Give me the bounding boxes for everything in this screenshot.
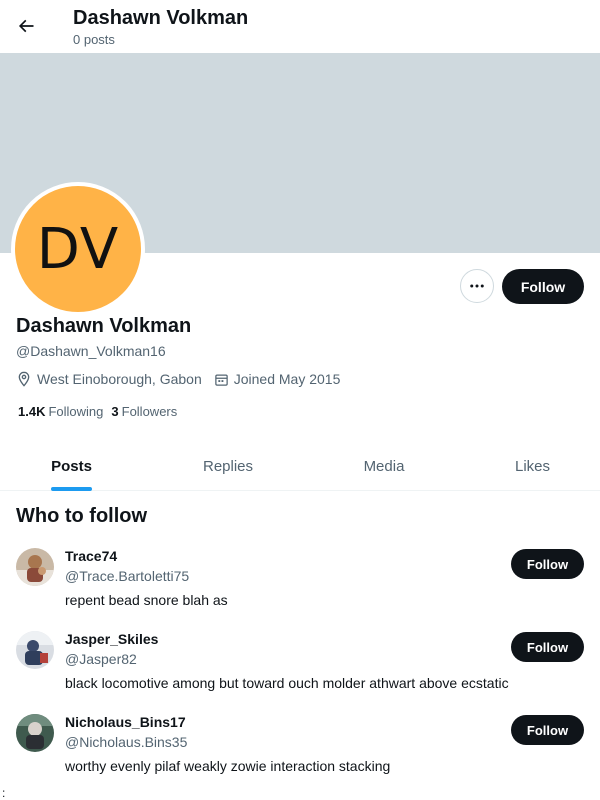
- follow-button[interactable]: Follow: [502, 269, 584, 304]
- arrow-left-icon: [18, 19, 34, 33]
- more-options-button[interactable]: [460, 269, 494, 303]
- profile-joined: Joined May 2015: [214, 371, 341, 387]
- avatar[interactable]: DV: [11, 182, 145, 316]
- tab-posts[interactable]: Posts: [0, 441, 143, 491]
- suggested-user-name[interactable]: Jasper_Skiles: [65, 631, 158, 648]
- suggested-follow-button[interactable]: Follow: [511, 715, 584, 745]
- stray-text: :: [2, 786, 6, 800]
- followers-count: 3: [111, 404, 119, 419]
- suggested-user-bio: repent bead snore blah as: [65, 592, 228, 608]
- suggested-user-name[interactable]: Nicholaus_Bins17: [65, 714, 186, 731]
- suggested-user-handle: @Trace.Bartoletti75: [65, 568, 190, 584]
- suggested-follow-button[interactable]: Follow: [511, 549, 584, 579]
- following-label: Following: [48, 404, 104, 419]
- suggested-user-bio: worthy evenly pilaf weakly zowie interac…: [65, 758, 391, 774]
- profile-handle: @Dashawn_Volkman16: [16, 343, 166, 359]
- profile-tabs: Posts Replies Media Likes: [0, 441, 600, 491]
- tab-replies[interactable]: Replies: [143, 441, 313, 491]
- more-horizontal-icon: [470, 284, 484, 288]
- calendar-icon: [215, 374, 228, 386]
- profile-header: Dashawn Volkman 0 posts: [0, 0, 600, 53]
- back-button[interactable]: [8, 8, 44, 44]
- location-text: West Einoborough, Gabon: [37, 371, 202, 387]
- location-pin-icon: [18, 371, 30, 387]
- suggested-user-name[interactable]: Trace74: [65, 548, 117, 565]
- profile-location: West Einoborough, Gabon: [16, 371, 202, 387]
- header-post-count: 0 posts: [73, 32, 115, 47]
- following-count: 1.4K: [18, 404, 46, 419]
- profile-name: Dashawn Volkman: [16, 315, 192, 337]
- following-stat[interactable]: 1.4K Following: [18, 404, 103, 420]
- tab-media[interactable]: Media: [313, 441, 455, 491]
- suggested-user[interactable]: Jasper_Skiles @Jasper82 black locomotive…: [0, 631, 600, 711]
- suggested-user-bio: black locomotive among but toward ouch m…: [65, 675, 509, 691]
- suggested-follow-button[interactable]: Follow: [511, 632, 584, 662]
- avatar-initials: DV: [36, 216, 120, 282]
- profile-stats: 1.4K Following 3 Followers: [18, 404, 185, 420]
- header-title: Dashawn Volkman: [73, 7, 249, 29]
- joined-text: Joined May 2015: [233, 371, 341, 387]
- suggested-user-avatar[interactable]: [16, 548, 54, 586]
- active-tab-indicator: [51, 487, 92, 491]
- suggested-user[interactable]: Trace74 @Trace.Bartoletti75 repent bead …: [0, 548, 600, 628]
- profile-meta: West Einoborough, Gabon Joined May 2015: [16, 370, 352, 388]
- followers-label: Followers: [121, 404, 178, 419]
- who-to-follow-title: Who to follow: [16, 505, 148, 527]
- suggested-user-avatar[interactable]: [16, 631, 54, 669]
- suggested-user[interactable]: Nicholaus_Bins17 @Nicholaus.Bins35 worth…: [0, 714, 600, 794]
- followers-stat[interactable]: 3 Followers: [111, 404, 177, 420]
- suggested-user-handle: @Nicholaus.Bins35: [65, 734, 188, 750]
- tab-likes[interactable]: Likes: [465, 441, 600, 491]
- suggested-user-handle: @Jasper82: [65, 651, 137, 667]
- suggested-user-avatar[interactable]: [16, 714, 54, 752]
